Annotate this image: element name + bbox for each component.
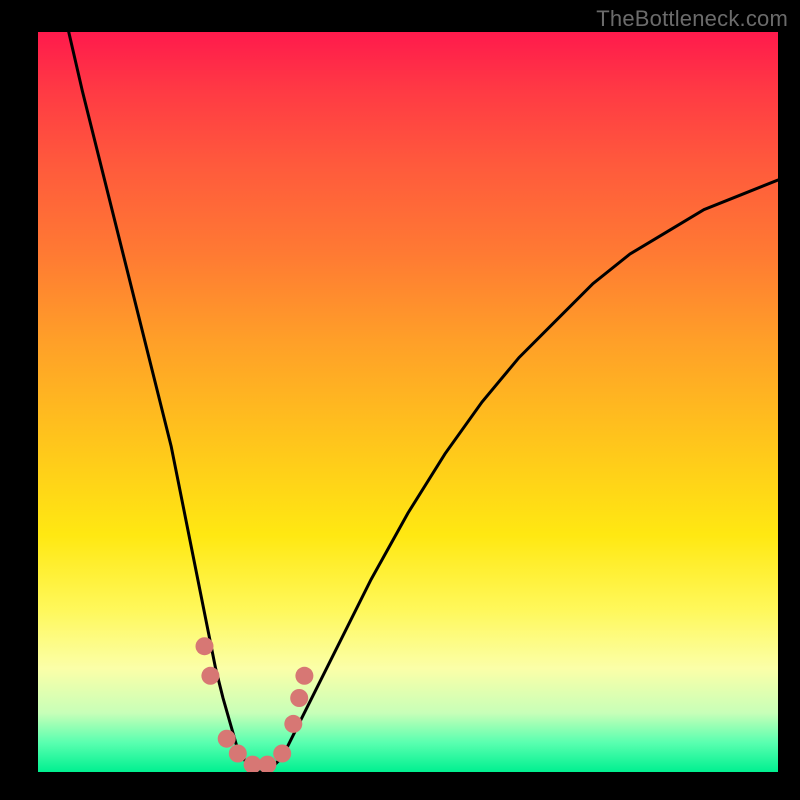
bottleneck-curve-svg — [38, 32, 778, 772]
highlight-dot — [201, 667, 219, 685]
highlight-dot — [290, 689, 308, 707]
watermark-text: TheBottleneck.com — [596, 6, 788, 32]
chart-frame: TheBottleneck.com — [0, 0, 800, 800]
highlight-dot — [295, 667, 313, 685]
highlight-dot — [218, 730, 236, 748]
highlight-dot — [229, 745, 247, 763]
plot-area — [38, 32, 778, 772]
bottleneck-curve — [38, 32, 778, 772]
highlight-dot — [284, 715, 302, 733]
highlight-dot — [273, 745, 291, 763]
highlight-dot — [196, 637, 214, 655]
highlight-dot — [258, 756, 276, 772]
